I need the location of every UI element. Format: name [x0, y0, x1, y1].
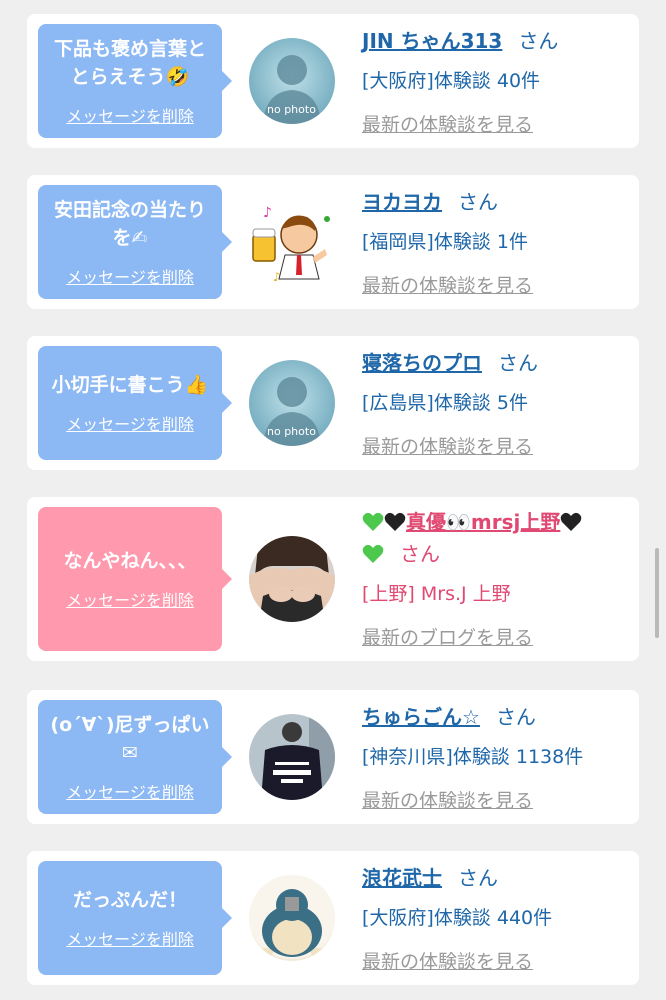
user-info: 寝落ちのプロ さん [広島県]体験談 5件 最新の体験談を見る [362, 348, 629, 460]
delete-message-link[interactable]: メッセージを削除 [66, 411, 194, 435]
green-heart-icon [362, 544, 384, 563]
user-meta: [広島県]体験談 5件 [362, 392, 528, 414]
avatar[interactable] [249, 536, 335, 622]
list-item: だっぷんだ！ メッセージを削除 浪花武士 さん [大阪府]体験談 440件 最新の… [27, 851, 639, 985]
black-heart-icon [561, 512, 582, 531]
user-meta: [福岡県]体験談 1件 [362, 231, 528, 253]
snorlax-icon [249, 875, 335, 961]
message-text: 安田記念の当たり を✍ [53, 199, 206, 249]
user-meta: [大阪府]体験談 440件 [362, 907, 553, 929]
message-text: だっぷんだ！ [72, 889, 187, 911]
latest-blog-link[interactable]: 最新のブログを見る [362, 625, 533, 651]
list-item: なんやねん、、、 メッセージを削除 真優👀mrsj上野 さん [上野] Mrs.… [27, 497, 639, 661]
latest-reviews-link[interactable]: 最新の体験談を見る [362, 788, 533, 814]
delete-message-link[interactable]: メッセージを削除 [66, 587, 194, 611]
no-photo-label: no photo [267, 425, 316, 438]
cartoon-beer-icon: ♪ ♪ [249, 199, 335, 285]
message-bubble: 下品も褒め言葉と とらえそう🤣 メッセージを削除 [38, 24, 232, 138]
delete-message-link[interactable]: メッセージを削除 [66, 926, 194, 950]
avatar[interactable]: ♪ ♪ [249, 199, 335, 285]
user-info: 浪花武士 さん [大阪府]体験談 440件 最新の体験談を見る [362, 863, 629, 975]
user-name-link[interactable]: ちゅらごん☆ [362, 705, 480, 729]
list-item: 下品も褒め言葉と とらえそう🤣 メッセージを削除 no photo JIN ちゃ… [27, 14, 639, 148]
black-heart-icon [384, 512, 406, 531]
honorific: さん [400, 542, 440, 566]
message-bubble: だっぷんだ！ メッセージを削除 [38, 861, 232, 975]
user-name-link[interactable]: ヨカヨカ [362, 190, 442, 214]
message-text: なんやねん、、、 [63, 550, 197, 572]
delete-message-link[interactable]: メッセージを削除 [66, 779, 194, 803]
delete-message-link[interactable]: メッセージを削除 [66, 264, 194, 288]
avatar[interactable] [249, 714, 335, 800]
message-bubble: 小切手に書こう👍 メッセージを削除 [38, 346, 232, 460]
user-meta: [大阪府]体験談 40件 [362, 70, 541, 92]
honorific: さん [518, 29, 559, 53]
message-bubble: なんやねん、、、 メッセージを削除 [38, 507, 232, 651]
svg-text:♪: ♪ [273, 270, 281, 284]
user-info: JIN ちゃん313 さん [大阪府]体験談 40件 最新の体験談を見る [362, 26, 629, 138]
latest-reviews-link[interactable]: 最新の体験談を見る [362, 112, 533, 138]
latest-reviews-link[interactable]: 最新の体験談を見る [362, 949, 533, 975]
message-bubble: (o´∀`)尼ずっぱい✉ メッセージを削除 [38, 700, 232, 814]
honorific: さん [458, 866, 498, 890]
list-item: 小切手に書こう👍 メッセージを削除 no photo 寝落ちのプロ さん [広島県… [27, 336, 639, 470]
user-meta: [神奈川県]体験談 1138件 [362, 746, 584, 768]
photo-jacket-icon [249, 714, 335, 800]
latest-reviews-link[interactable]: 最新の体験談を見る [362, 434, 533, 460]
user-name-link[interactable]: 寝落ちのプロ [362, 351, 482, 375]
message-text: 小切手に書こう👍 [51, 374, 209, 396]
latest-reviews-link[interactable]: 最新の体験談を見る [362, 273, 533, 299]
delete-message-link[interactable]: メッセージを削除 [66, 103, 194, 127]
user-info: ちゅらごん☆ さん [神奈川県]体験談 1138件 最新の体験談を見る [362, 702, 629, 814]
honorific: さん [458, 190, 498, 214]
user-name-link[interactable]: 真優👀mrsj上野 [406, 510, 560, 534]
user-info: 真優👀mrsj上野 さん [上野] Mrs.J 上野 最新のブログを見る [362, 507, 629, 651]
user-meta: [上野] Mrs.J 上野 [362, 583, 511, 605]
honorific: さん [498, 351, 538, 375]
message-bubble: 安田記念の当たり を✍ メッセージを削除 [38, 185, 232, 299]
user-name-link[interactable]: 浪花武士 [362, 866, 442, 890]
photo-woman-icon [249, 536, 335, 622]
message-text: 下品も褒め言葉と とらえそう🤣 [53, 38, 206, 88]
green-heart-icon [362, 512, 384, 531]
avatar[interactable] [249, 875, 335, 961]
list-item: (o´∀`)尼ずっぱい✉ メッセージを削除 ちゅらごん☆ さん [神奈川県]体験談… [27, 690, 639, 824]
list-item: 安田記念の当たり を✍ メッセージを削除 ♪ ♪ ヨカヨカ さん [福岡県]体験… [27, 175, 639, 309]
avatar[interactable]: no photo [249, 360, 335, 446]
message-text: (o´∀`)尼ずっぱい✉ [50, 714, 210, 764]
user-info: ヨカヨカ さん [福岡県]体験談 1件 最新の体験談を見る [362, 187, 629, 299]
no-photo-label: no photo [267, 103, 316, 116]
honorific: さん [495, 705, 536, 729]
user-name-link[interactable]: JIN ちゃん313 [362, 29, 502, 53]
svg-text:♪: ♪ [263, 205, 272, 221]
avatar[interactable]: no photo [249, 38, 335, 124]
scrollbar[interactable] [655, 548, 659, 638]
